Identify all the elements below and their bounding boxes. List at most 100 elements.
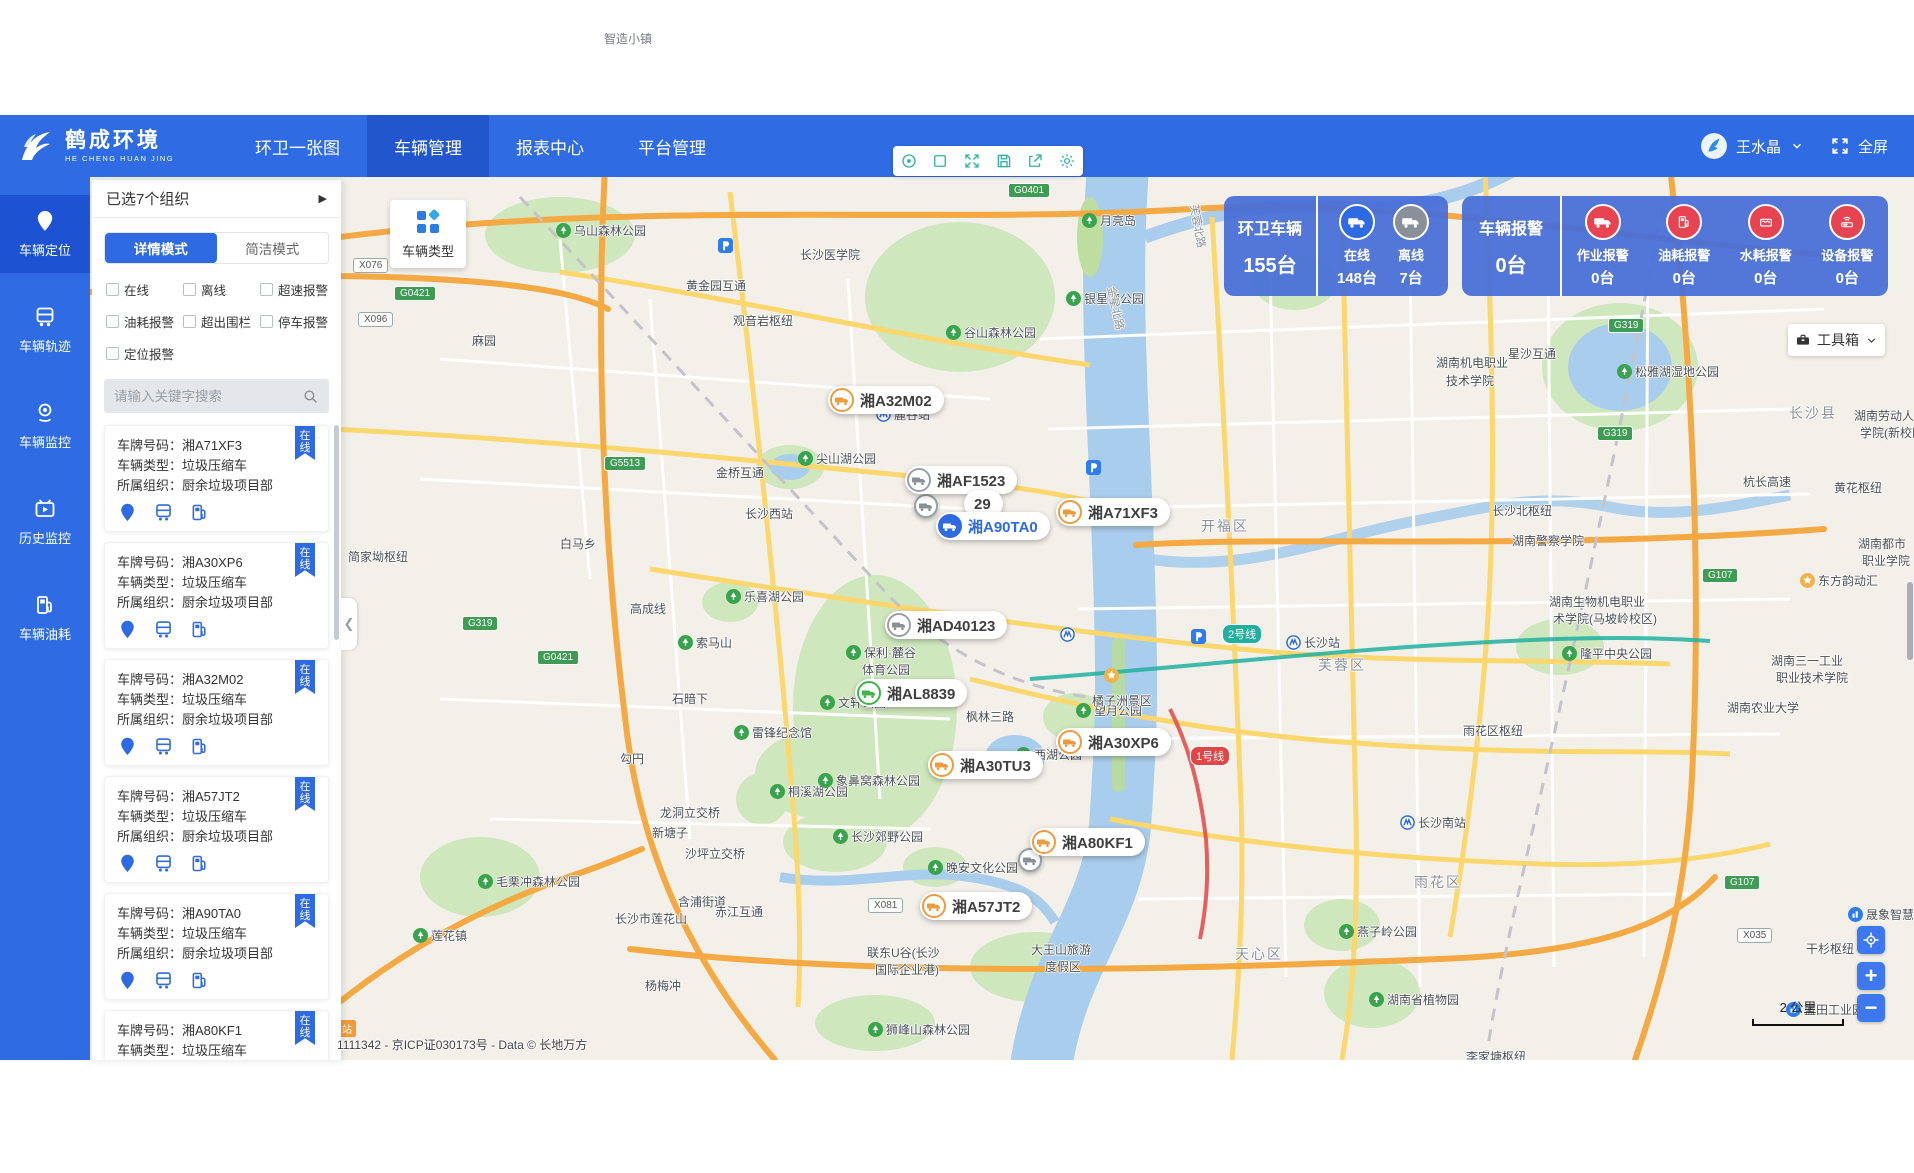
- checkbox-icon[interactable]: [106, 315, 119, 328]
- vehicle-marker-湘A80KF1[interactable]: 湘A80KF1: [1030, 828, 1145, 856]
- map-label-text: 狮峰山森林公园: [886, 1021, 970, 1038]
- checkbox-icon[interactable]: [106, 347, 119, 360]
- organization-selector[interactable]: 已选7个组织 ▶: [92, 180, 341, 218]
- vehicle-marker-湘A57JT2[interactable]: 湘A57JT2: [920, 892, 1032, 920]
- map-label: 芙蓉区: [1318, 655, 1366, 675]
- map-label-text: 长沙市莲花山: [615, 910, 687, 927]
- tab-detail-mode[interactable]: 详情模式: [105, 233, 217, 263]
- chevron-down-icon[interactable]: [1790, 139, 1804, 153]
- vehicle-card[interactable]: 车牌号码：湘A32M02车辆类型：垃圾压缩车所属组织：厨余垃圾项目部在线: [104, 659, 329, 766]
- vehicle-card[interactable]: 车牌号码：湘A90TA0车辆类型：垃圾压缩车所属组织：厨余垃圾项目部在线: [104, 893, 329, 1000]
- sidebar-item-车辆定位[interactable]: 车辆定位: [0, 195, 90, 273]
- fullscreen-label[interactable]: 全屏: [1858, 136, 1888, 157]
- organization-label: 已选7个组织: [106, 188, 189, 209]
- vehicle-card[interactable]: 车牌号码：湘A30XP6车辆类型：垃圾压缩车所属组织：厨余垃圾项目部在线: [104, 542, 329, 649]
- map-tool-expand-icon[interactable]: [963, 152, 981, 170]
- checkbox-icon[interactable]: [260, 315, 273, 328]
- filter-油耗报警[interactable]: 油耗报警: [106, 312, 183, 331]
- sidebar-item-车辆轨迹[interactable]: 车辆轨迹: [0, 291, 90, 369]
- marker-plate: 湘A30TU3: [960, 755, 1031, 776]
- chevron-down-icon: [1865, 334, 1878, 347]
- map-label-text: 简家坳枢纽: [348, 548, 408, 565]
- alarm-label: 油耗报警: [1658, 245, 1710, 264]
- search-input[interactable]: [114, 389, 302, 404]
- map-label-text: 杭长高速: [1743, 473, 1791, 490]
- vehicle-type-button[interactable]: 车辆类型: [390, 200, 466, 268]
- vehicle-org: 所属组织：厨余垃圾项目部: [117, 827, 316, 847]
- vehicle-type: 车辆类型：垃圾压缩车: [117, 573, 316, 593]
- filter-离线[interactable]: 离线: [183, 280, 260, 299]
- vehicle-marker-湘A30XP6[interactable]: 湘A30XP6: [1056, 728, 1171, 756]
- map-label-text: 湖南都市: [1858, 535, 1906, 552]
- geolocate-button[interactable]: [1857, 926, 1885, 954]
- map-label: 乌山森林公园: [556, 222, 646, 239]
- map-tool-export-icon[interactable]: [1026, 152, 1044, 170]
- panel-collapse-handle[interactable]: ❮: [341, 598, 357, 650]
- road-badge: G107: [1724, 875, 1760, 890]
- vehicle-marker[interactable]: [912, 492, 940, 520]
- vehicle-marker-湘A71XF3[interactable]: 湘A71XF3: [1056, 498, 1170, 526]
- map-label-text: 芙蓉区: [1318, 655, 1366, 675]
- map-label: 湖南生物机电职业: [1549, 593, 1645, 610]
- marker-truck-icon: [1032, 830, 1056, 854]
- nav-item-4[interactable]: 平台管理: [611, 115, 733, 177]
- checkbox-icon[interactable]: [183, 315, 196, 328]
- alarm-stat-设备报警: 设备报警0台: [1821, 204, 1873, 288]
- sidebar-item-车辆监控[interactable]: 车辆监控: [0, 387, 90, 465]
- statue-icon: [1800, 573, 1815, 588]
- park-icon: [1562, 646, 1577, 661]
- zoom-out-button[interactable]: −: [1857, 994, 1885, 1022]
- fleet-total: 环卫车辆 155台: [1224, 196, 1316, 296]
- map-tool-settings-icon[interactable]: [1058, 152, 1076, 170]
- fuel-pump-icon: [33, 593, 57, 617]
- map-label: 国际企业港): [875, 961, 939, 978]
- toolbox-button[interactable]: 工具箱: [1788, 324, 1885, 356]
- map-label: 杭长高速: [1743, 473, 1791, 490]
- map-label-text: 雷锋纪念馆: [752, 724, 812, 741]
- tab-simple-mode[interactable]: 简洁模式: [217, 233, 329, 263]
- vehicle-marker-湘A90TA0[interactable]: 湘A90TA0: [936, 512, 1050, 540]
- user-name[interactable]: 王水晶: [1736, 136, 1781, 157]
- filter-停车报警[interactable]: 停车报警: [260, 312, 341, 331]
- sidebar-item-车辆油耗[interactable]: 车辆油耗: [0, 579, 90, 657]
- vehicle-card[interactable]: 车牌号码：湘A57JT2车辆类型：垃圾压缩车所属组织：厨余垃圾项目部在线: [104, 776, 329, 883]
- zoom-in-button[interactable]: +: [1857, 962, 1885, 990]
- checkbox-icon[interactable]: [260, 283, 273, 296]
- nav-item-3[interactable]: 报表中心: [489, 115, 611, 177]
- filter-超出围栏[interactable]: 超出围栏: [183, 312, 260, 331]
- alarm-stat-油耗报警: 油耗报警0台: [1658, 204, 1710, 288]
- map-tool-frame-icon[interactable]: [931, 152, 949, 170]
- filter-在线[interactable]: 在线: [106, 280, 183, 299]
- vehicle-card[interactable]: 车牌号码：湘A71XF3车辆类型：垃圾压缩车所属组织：厨余垃圾项目部在线: [104, 425, 329, 532]
- vehicle-marker-湘AL8839[interactable]: 湘AL8839: [855, 679, 967, 707]
- logo-icon: [16, 126, 56, 166]
- map-label-text: 长沙北枢纽: [1492, 502, 1552, 519]
- map-tool-measure-icon[interactable]: [900, 152, 918, 170]
- vehicle-marker-湘A30TU3[interactable]: 湘A30TU3: [928, 751, 1043, 779]
- vehicle-marker-湘AD40123[interactable]: 湘AD40123: [885, 611, 1007, 639]
- filter-定位报警[interactable]: 定位报警: [106, 344, 183, 363]
- nav-item-2[interactable]: 车辆管理: [367, 115, 489, 177]
- map-tool-save-icon[interactable]: [995, 152, 1013, 170]
- map-label-text: 黄花枢纽: [1834, 479, 1882, 496]
- vehicle-card[interactable]: 车牌号码：湘A80KF1车辆类型：垃圾压缩车所属组织：厨余垃圾项目部在线: [104, 1010, 329, 1060]
- page-scrollbar[interactable]: [1907, 582, 1913, 660]
- checkbox-icon[interactable]: [183, 283, 196, 296]
- filter-超速报警[interactable]: 超速报警: [260, 280, 341, 299]
- sidebar-item-历史监控[interactable]: 历史监控: [0, 483, 90, 561]
- checkbox-icon[interactable]: [106, 283, 119, 296]
- vehicle-marker-湘A32M02[interactable]: 湘A32M02: [828, 386, 944, 414]
- map-label-text: 石暗下: [672, 690, 708, 707]
- map-label-text: 尖山湖公园: [816, 450, 876, 467]
- user-avatar[interactable]: [1701, 133, 1727, 159]
- biz-icon: [1848, 907, 1863, 922]
- vehicle-marker-湘AF1523[interactable]: 湘AF1523: [905, 466, 1017, 494]
- map-label: 黄花枢纽: [1834, 479, 1882, 496]
- fullscreen-icon[interactable]: [1831, 137, 1849, 155]
- panel-scrollbar[interactable]: [334, 425, 339, 640]
- search-box[interactable]: [104, 379, 329, 413]
- map-canvas[interactable]: 乌山森林公园长沙医学院黄金园互通月亮岛银星湾公园观音岩枢纽谷山森林公园麻园麓谷站…: [90, 177, 1914, 1060]
- nav-item-1[interactable]: 环卫一张图: [228, 115, 367, 177]
- search-icon[interactable]: [302, 388, 319, 405]
- map-label-text: 长沙郊野公园: [851, 828, 923, 845]
